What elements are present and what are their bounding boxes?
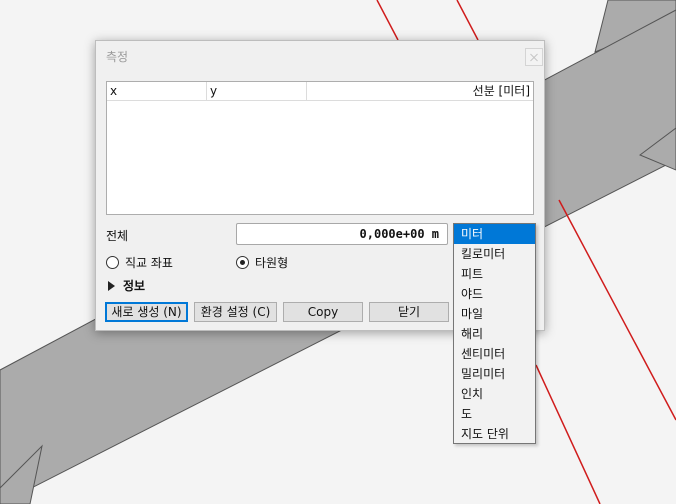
radio-circle-cartesian[interactable] [106,256,119,269]
info-expander[interactable]: 정보 [108,277,145,294]
total-label: 전체 [106,229,129,243]
unit-option-kilometer[interactable]: 킬로미터 [454,244,535,264]
unit-option-inch[interactable]: 인치 [454,384,535,404]
column-header-segment[interactable]: 선분 [미터] [307,82,533,100]
info-label: 정보 [123,279,146,293]
total-value-field: 0,000e+00 m [236,223,448,245]
unit-option-mile[interactable]: 마일 [454,304,535,324]
radio-cartesian[interactable]: 직교 좌표 [106,254,173,271]
column-header-y[interactable]: y [207,82,307,100]
unit-option-yard[interactable]: 야드 [454,284,535,304]
column-header-x[interactable]: x [107,82,207,100]
radio-label-cartesian: 직교 좌표 [125,256,173,270]
radio-circle-ellipsoidal[interactable] [236,256,249,269]
unit-option-map-unit[interactable]: 지도 단위 [454,424,535,444]
map-line-4 [535,364,601,504]
radio-label-ellipsoidal: 타원형 [255,256,289,270]
radio-ellipsoidal[interactable]: 타원형 [236,254,288,271]
map-line-1 [376,0,399,41]
table-header: x y 선분 [미터] [107,82,533,101]
new-button[interactable]: 새로 생성 (N) [105,302,188,322]
unit-option-feet[interactable]: 피트 [454,264,535,284]
expand-arrow-icon[interactable] [108,280,115,291]
copy-button[interactable]: Copy [283,302,363,322]
map-line-3 [558,199,676,421]
unit-dropdown-list[interactable]: 미터 킬로미터 피트 야드 마일 해리 센티미터 밀리미터 인치 도 지도 단위 [453,223,536,444]
close-button[interactable]: 닫기 [369,302,449,322]
unit-option-meter[interactable]: 미터 [454,224,535,244]
map-line-2 [456,0,479,41]
dialog-title: 측정 [106,50,129,64]
settings-button[interactable]: 환경 설정 (C) [194,302,277,322]
unit-option-centimeter[interactable]: 센티미터 [454,344,535,364]
unit-option-degree[interactable]: 도 [454,404,535,424]
unit-option-millimeter[interactable]: 밀리미터 [454,364,535,384]
measurement-table[interactable]: x y 선분 [미터] [106,81,534,215]
close-icon[interactable] [525,48,543,66]
unit-option-nautical-mile[interactable]: 해리 [454,324,535,344]
